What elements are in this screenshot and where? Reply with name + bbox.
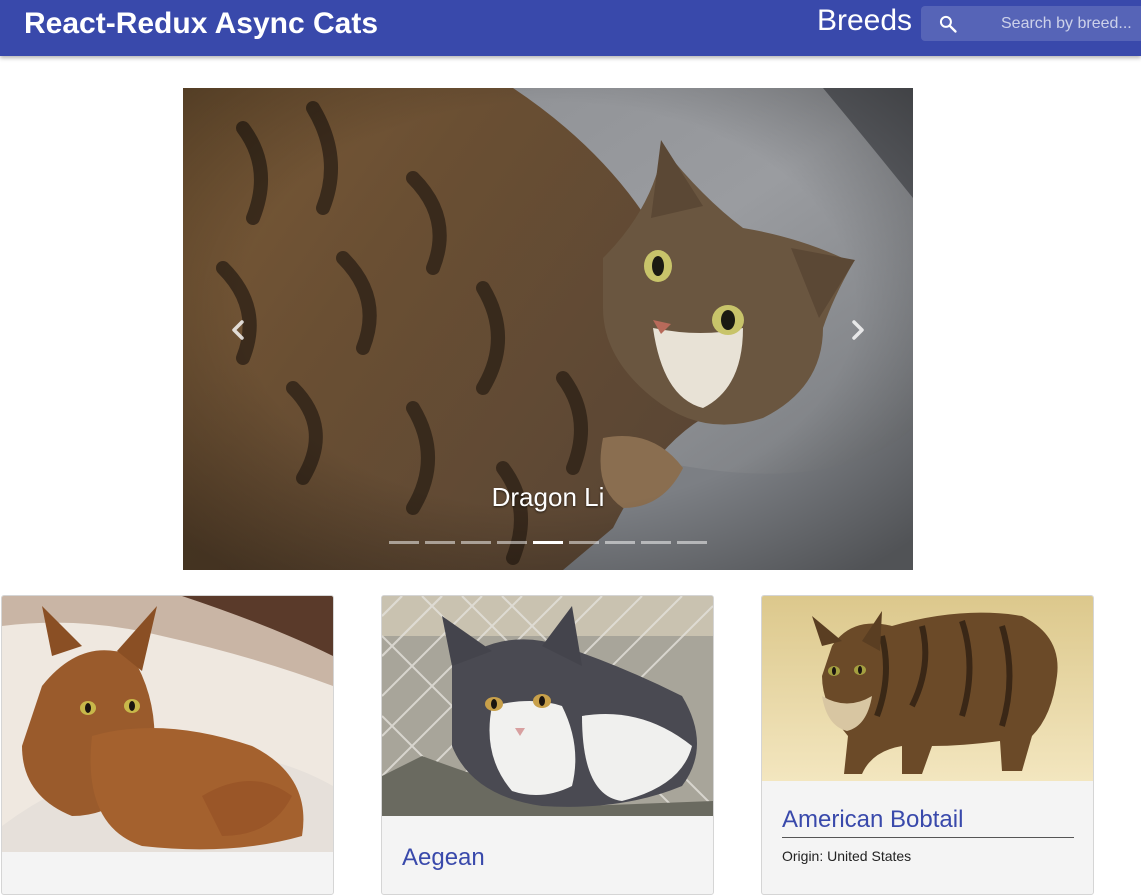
breed-card[interactable]: Aegean — [381, 595, 714, 895]
nav-breeds-link[interactable]: Breeds — [817, 4, 912, 38]
breed-card-title[interactable]: American Bobtail — [782, 806, 963, 834]
carousel-indicator[interactable] — [425, 541, 455, 544]
carousel-caption: Dragon Li — [491, 482, 605, 512]
app-bar: React-Redux Async Cats Breeds — [0, 0, 1141, 56]
breed-card-title[interactable]: Aegean — [402, 844, 485, 872]
carousel-indicator[interactable] — [641, 541, 671, 544]
carousel-indicator[interactable] — [497, 541, 527, 544]
breed-card-origin: Origin: United States — [782, 848, 912, 864]
chevron-left-icon[interactable] — [221, 316, 255, 344]
carousel-indicator[interactable] — [605, 541, 635, 544]
carousel-indicator[interactable] — [389, 541, 419, 544]
breed-card-image — [2, 596, 333, 852]
carousel-indicator[interactable] — [677, 541, 707, 544]
breed-carousel[interactable]: Dragon Li — [183, 88, 913, 570]
carousel-indicator[interactable] — [533, 541, 563, 544]
card-title-divider — [782, 837, 1074, 838]
breed-card-image — [382, 596, 713, 816]
search-box[interactable] — [921, 6, 1141, 41]
breed-card[interactable] — [1, 595, 334, 895]
carousel-indicator[interactable] — [461, 541, 491, 544]
search-icon — [939, 15, 957, 33]
carousel-indicator[interactable] — [569, 541, 599, 544]
app-title[interactable]: React-Redux Async Cats — [24, 7, 378, 41]
chevron-right-icon[interactable] — [841, 316, 875, 344]
carousel-indicators — [389, 540, 707, 546]
search-input[interactable] — [985, 6, 1141, 41]
breed-card[interactable]: American Bobtail Origin: United States — [761, 595, 1094, 895]
breed-card-image — [762, 596, 1093, 781]
